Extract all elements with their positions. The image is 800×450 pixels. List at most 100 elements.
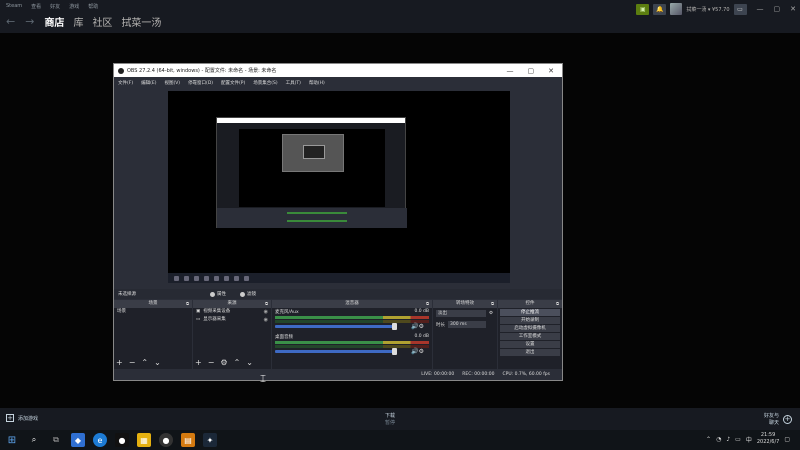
app-icon[interactable]: ▦ (137, 433, 151, 447)
minimize-button[interactable]: — (757, 5, 764, 13)
visibility-icon[interactable]: ◉ (264, 308, 268, 316)
friends-chat-button[interactable]: 好友与 聊天 + (764, 412, 792, 426)
obs-minimize-button[interactable]: — (507, 67, 514, 75)
obs-menu-profile[interactable]: 配置文件(P) (221, 80, 245, 86)
downloads-button[interactable]: 下载 暂停 (385, 412, 395, 426)
speaker-icon[interactable]: 🔊⚙ (411, 348, 424, 355)
app-icon[interactable]: ● (115, 433, 129, 447)
source-toolbar: 未选择源 属性 滤镜 (114, 289, 562, 299)
move-down-icon[interactable]: ⌄ (154, 358, 161, 368)
steam-menu-item[interactable]: 帮助 (88, 3, 98, 10)
duration-input[interactable]: 300 ms (448, 321, 486, 328)
preview-canvas[interactable] (168, 91, 510, 283)
remove-scene-icon[interactable]: − (129, 358, 136, 368)
gear-icon (210, 291, 215, 297)
steam-menu-item[interactable]: 查看 (31, 3, 41, 10)
obs-menu-tools[interactable]: 工具(T) (286, 80, 301, 86)
settings-button[interactable]: 设置 (500, 341, 560, 348)
move-up-icon[interactable]: ⌃ (234, 358, 241, 368)
rec-status: REC: 00:00:00 (462, 372, 495, 377)
obs-menu-help[interactable]: 帮助(H) (309, 80, 325, 86)
scenes-dock: 场景 ⧉ 场景 + − ⌃ ⌄ (114, 300, 192, 370)
pin-icon: ⧉ (491, 301, 494, 306)
source-item[interactable]: ▣ 视频采集设备 ◉ (193, 308, 271, 316)
vr-icon[interactable]: ▭ (733, 3, 747, 15)
obs-menu-view[interactable]: 视图(V) (164, 80, 180, 86)
steam-taskbar-icon[interactable]: ✦ (203, 433, 217, 447)
steam-menu-item[interactable]: 好友 (50, 3, 60, 10)
volume-meter (275, 316, 429, 319)
back-arrow-icon[interactable]: ← (6, 16, 15, 27)
avatar[interactable] (670, 3, 683, 15)
remove-source-icon[interactable]: − (208, 358, 215, 368)
volume-slider[interactable] (275, 323, 397, 330)
volume-slider[interactable] (275, 348, 397, 355)
nav-library[interactable]: 库 (73, 14, 83, 29)
obs-taskbar-icon[interactable]: ● (159, 433, 173, 447)
obs-logo-icon (118, 67, 124, 74)
gear-icon[interactable]: ⚙ (489, 311, 493, 316)
transitions-dock-title: 转场特效 ⧉ (433, 300, 497, 308)
steam-nav: ← → 商店 库 社区 拭菜一汤 (6, 14, 161, 29)
start-icon[interactable]: ⊞ (5, 433, 19, 447)
network-icon[interactable]: ▭ (735, 436, 741, 443)
steam-menu-item[interactable]: 游戏 (69, 3, 79, 10)
ime-icon[interactable]: 中 (746, 435, 752, 444)
clock[interactable]: 21:59 2022/6/7 (757, 432, 779, 446)
edge-icon[interactable]: e (93, 433, 107, 447)
volume-icon[interactable]: ♪ (726, 436, 730, 443)
add-game-button[interactable]: + 添加游戏 (6, 414, 38, 422)
mouse-cursor-icon: ⌶ (260, 374, 266, 385)
notification-icon[interactable]: ▢ (784, 436, 790, 443)
add-scene-icon[interactable]: + (116, 358, 123, 368)
obs-menu-docks[interactable]: 停靠窗口(D) (188, 80, 213, 86)
properties-button[interactable]: 属性 (210, 291, 226, 297)
close-button[interactable]: ✕ (790, 5, 796, 13)
nested-preview-2 (303, 145, 325, 159)
obs-menu-scene-collection[interactable]: 场景集合(S) (253, 80, 277, 86)
maximize-button[interactable]: ▢ (774, 5, 781, 13)
transition-select[interactable]: 淡出 (436, 310, 486, 317)
broadcast-icon[interactable]: ▣ (636, 3, 650, 15)
search-icon[interactable]: ⌕ (27, 433, 41, 447)
nested-preview (239, 129, 385, 207)
account-name[interactable]: 拭菜一汤 ▾ ¥57.70 (686, 6, 729, 13)
start-recording-button[interactable]: 开始录制 (500, 317, 560, 324)
exit-button[interactable]: 退出 (500, 349, 560, 356)
nested-obs-capture-2 (282, 134, 344, 172)
wifi-icon[interactable]: ◔ (716, 436, 721, 443)
scene-item[interactable]: 场景 (114, 308, 192, 316)
app-icon[interactable]: ▤ (181, 433, 195, 447)
forward-arrow-icon[interactable]: → (25, 16, 34, 27)
plus-icon: + (783, 414, 792, 424)
nav-community[interactable]: 社区 (92, 14, 112, 29)
obs-close-button[interactable]: ✕ (548, 67, 554, 75)
steam-menu-item[interactable]: Steam (6, 3, 22, 10)
add-source-icon[interactable]: + (195, 358, 202, 368)
move-up-icon[interactable]: ⌃ (141, 358, 148, 368)
nested-title-bar (217, 118, 405, 123)
studio-mode-button[interactable]: 工作室模式 (500, 333, 560, 340)
task-view-icon[interactable]: ⧉ (49, 433, 63, 447)
obs-menu-edit[interactable]: 编辑(E) (141, 80, 156, 86)
cpu-status: CPU: 0.7%, 60.00 fps (502, 372, 551, 377)
source-item[interactable]: ▭ 显示器采集 ◉ (193, 316, 271, 324)
visibility-icon[interactable]: ◉ (264, 316, 268, 324)
filters-button[interactable]: 滤镜 (240, 291, 256, 297)
speaker-icon[interactable]: 🔊⚙ (411, 323, 424, 330)
gear-icon[interactable]: ⚙ (220, 358, 227, 368)
notification-icon[interactable]: 🔔 (653, 3, 667, 15)
nav-store[interactable]: 商店 (44, 14, 64, 29)
captured-taskbar (168, 273, 510, 283)
obs-maximize-button[interactable]: ▢ (528, 67, 535, 75)
transitions-dock: 转场特效 ⧉ 淡出 ⚙ 时长 300 ms (433, 300, 497, 370)
nav-profile[interactable]: 拭菜一汤 (121, 14, 161, 29)
app-icon[interactable]: ◆ (71, 433, 85, 447)
tray-arrow-icon[interactable]: ⌃ (706, 436, 711, 443)
virtual-camera-button[interactable]: 启动虚拟摄像机 (500, 325, 560, 332)
stop-streaming-button[interactable]: 停止推流 (500, 309, 560, 316)
move-down-icon[interactable]: ⌄ (246, 358, 253, 368)
obs-menu-file[interactable]: 文件(F) (118, 80, 133, 86)
scenes-dock-title: 场景 ⧉ (114, 300, 192, 308)
no-source-label: 未选择源 (118, 292, 136, 297)
